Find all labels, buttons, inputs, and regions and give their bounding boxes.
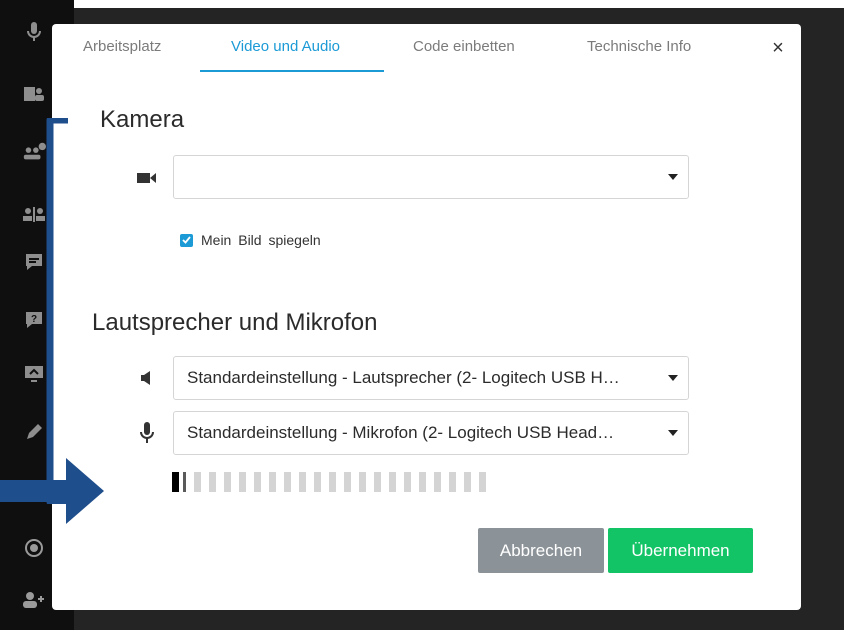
participants-badge-icon[interactable] [22,140,46,164]
level-segment [172,472,179,492]
top-strip [74,0,844,8]
audio-heading: Lautsprecher und Mikrofon [92,309,378,336]
microphone-icon[interactable] [22,20,46,44]
pen-icon[interactable] [22,420,46,444]
level-segment [284,472,291,492]
level-segment [209,472,216,492]
chevron-down-icon [668,430,678,436]
question-icon[interactable]: ? [22,308,46,332]
level-segment [389,472,396,492]
level-segment [449,472,456,492]
camera-select[interactable] [173,155,689,199]
tab-arbeitsplatz[interactable]: Arbeitsplatz [83,38,161,55]
camera-heading: Kamera [100,106,185,133]
breakout-icon[interactable] [22,202,46,226]
tab-code-einbetten[interactable]: Code einbetten [413,38,515,55]
microphone-select-value: Standardeinstellung - Mikrofon (2- Logit… [187,423,615,442]
annotation-bracket [46,118,68,504]
camera-icon [136,167,158,189]
level-segment [194,472,201,492]
level-segment [464,472,471,492]
level-segment [434,472,441,492]
annotation-arrow-icon [0,458,104,524]
speaker-select[interactable]: Standardeinstellung - Lautsprecher (2- L… [173,356,689,400]
mirror-checkbox-row[interactable]: Mein Bild spiegeln [180,231,321,249]
level-segment [299,472,306,492]
level-segment [254,472,261,492]
settings-dialog: Arbeitsplatz Video und Audio Code einbet… [52,24,801,610]
level-segment [183,472,186,492]
chat-icon[interactable] [22,250,46,274]
tab-technische-info[interactable]: Technische Info [587,38,691,55]
level-segment [419,472,426,492]
apply-button[interactable]: Übernehmen [608,528,753,573]
mirror-checkbox-label: Mein Bild spiegeln [201,232,321,248]
users-video-icon[interactable] [22,82,46,106]
level-segment [329,472,336,492]
screenshare-icon[interactable] [22,362,46,386]
level-segment [404,472,411,492]
level-segment [344,472,351,492]
mic-level-meter [172,472,486,492]
add-user-icon[interactable] [22,588,46,612]
level-segment [479,472,486,492]
level-segment [269,472,276,492]
level-segment [314,472,321,492]
level-segment [359,472,366,492]
chevron-down-icon [668,174,678,180]
chevron-down-icon [668,375,678,381]
svg-text:?: ? [31,314,37,325]
level-segment [224,472,231,492]
active-tab-indicator [200,70,384,72]
speaker-select-value: Standardeinstellung - Lautsprecher (2- L… [187,368,620,387]
record-icon[interactable] [22,536,46,560]
level-segment [239,472,246,492]
microphone-icon [136,422,158,444]
mirror-checkbox[interactable] [180,233,193,247]
speaker-icon [136,367,158,389]
level-segment [374,472,381,492]
cancel-button[interactable]: Abbrechen [478,528,604,573]
tab-bar: Arbeitsplatz Video und Audio Code einbet… [52,24,801,72]
close-button[interactable]: × [766,36,790,60]
tab-video-und-audio[interactable]: Video und Audio [231,38,340,55]
microphone-select[interactable]: Standardeinstellung - Mikrofon (2- Logit… [173,411,689,455]
